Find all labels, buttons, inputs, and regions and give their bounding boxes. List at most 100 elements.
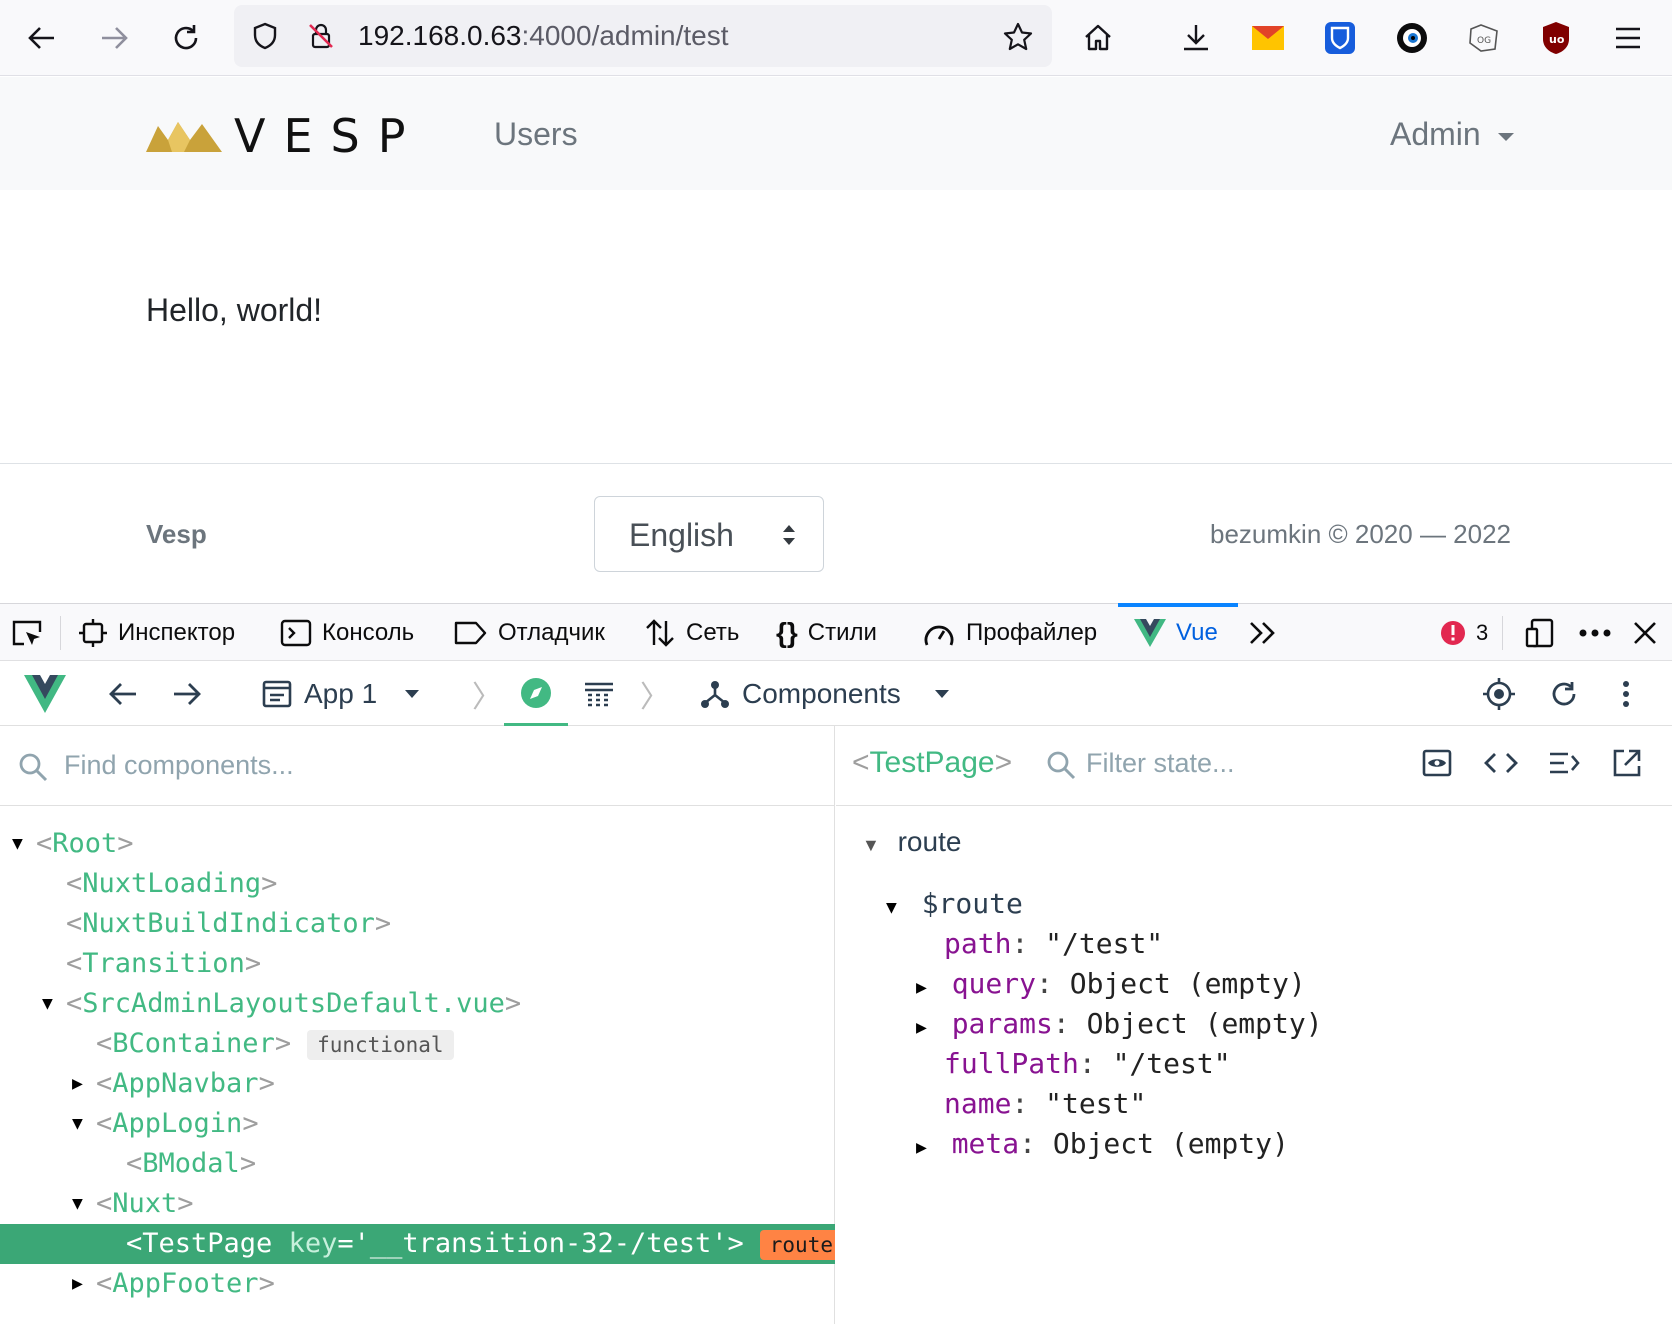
forward-arrow-icon[interactable] [172,662,202,726]
tree-node-label: <AppLogin> [96,1108,259,1139]
inspector-compass-tab[interactable] [504,662,568,726]
vue-logo-icon [1134,619,1166,647]
forward-icon[interactable] [94,18,134,58]
state-prop-params[interactable]: ▶ params: Object (empty) [916,1004,1323,1048]
tree-node-appfooter[interactable]: ▶ <AppFooter> [0,1264,835,1304]
tab-profiler-label: Профайлер [966,619,1098,646]
tab-network[interactable]: Сеть [644,604,739,662]
eye-extension-icon[interactable] [1392,18,1432,58]
compass-icon [521,677,551,708]
insecure-lock-icon[interactable] [304,19,338,53]
tab-debugger[interactable]: Отладчик [454,604,605,662]
state-prop-fullpath[interactable]: fullPath: "/test" [944,1044,1231,1084]
back-icon[interactable] [22,18,62,58]
select-component-target-icon[interactable] [1482,662,1516,726]
expanded-triangle-icon[interactable]: ▼ [12,824,23,864]
tree-node-nuxt[interactable]: ▼ <Nuxt> [0,1184,835,1224]
svg-text:uo: uo [1549,33,1565,46]
url-bar[interactable]: 192.168.0.63:4000/admin/test [234,5,1052,67]
state-prop-name[interactable]: name: "test" [944,1084,1146,1124]
refresh-icon[interactable] [1550,662,1578,726]
timeline-tab[interactable] [584,662,614,726]
tab-vue[interactable]: Vue [1134,604,1218,662]
tab-inspector[interactable]: Инспектор [78,604,235,662]
state-section-route[interactable]: ▼ route [862,822,961,865]
show-render-code-icon[interactable] [1548,748,1580,783]
state-prop-query[interactable]: ▶ query: Object (empty) [916,964,1306,1008]
back-arrow-icon[interactable] [108,662,138,726]
tree-node-label: <NuxtBuildIndicator> [66,908,392,939]
dock-responsive-icon[interactable] [1524,604,1556,662]
expanded-triangle-icon[interactable]: ▼ [72,1104,83,1144]
tree-node-transition[interactable]: <Transition> [0,944,835,984]
tree-node-root[interactable]: ▼ <Root> [0,824,835,864]
inspector-icon [79,619,107,647]
collapsed-triangle-icon[interactable]: ▶ [72,1264,83,1304]
tree-node-applogin[interactable]: ▼ <AppLogin> [0,1104,835,1144]
tree-node-appnavbar[interactable]: ▶ <AppNavbar> [0,1064,835,1104]
app-selector[interactable]: App 1 [262,662,421,726]
url-text: 192.168.0.63:4000/admin/test [358,20,729,52]
home-icon[interactable] [1078,18,1118,58]
expanded-triangle-icon[interactable]: ▼ [72,1184,83,1224]
functional-badge: functional [307,1029,454,1060]
downloads-icon[interactable] [1176,18,1216,58]
tree-node-testpage-selected[interactable]: <TestPage key='__transition-32-/test'> ro… [0,1224,835,1264]
tree-node-bmodal[interactable]: <BModal> [0,1144,835,1184]
error-count: 3 [1476,620,1489,645]
copyright-text: bezumkin © 2020 — 2022 [1210,519,1512,549]
find-components-field[interactable]: Find components... [0,726,835,806]
tree-node-layout[interactable]: ▼ <SrcAdminLayoutsDefault.vue> [0,984,835,1024]
expanded-triangle-icon: ▼ [886,897,897,918]
og-extension-icon[interactable]: OG [1464,18,1504,58]
chevron-down-icon [405,690,420,698]
scroll-to-component-icon[interactable] [1422,748,1452,783]
nav-dropdown-admin[interactable]: Admin [1390,116,1514,153]
reload-icon[interactable] [166,18,206,58]
mail-extension-icon[interactable] [1248,18,1288,58]
tab-styles[interactable]: {} Стили [776,604,877,662]
state-object-route[interactable]: ▼ $route [886,884,1023,928]
ublock-icon[interactable]: uo [1536,18,1576,58]
tree-node-label: <TestPage key='__transition-32-/test'> ro… [126,1224,835,1264]
router-view-badge: router-view [759,1229,835,1260]
search-icon [19,753,48,782]
tab-network-label: Сеть [686,619,740,646]
tree-node-nuxtloading[interactable]: <NuxtLoading> [0,864,835,904]
kebab-menu-icon[interactable] [1622,662,1630,726]
language-select-value: English [629,517,734,553]
collapsed-triangle-icon[interactable]: ▶ [72,1064,83,1104]
vesp-logo[interactable]: VESP [146,109,450,163]
filter-state-field[interactable]: Filter state... [1040,726,1400,806]
hamburger-menu-icon[interactable] [1608,18,1648,58]
collapsed-triangle-icon: ▶ [916,977,927,998]
open-in-editor-icon[interactable] [1612,748,1642,783]
components-selector[interactable]: Components [700,662,951,726]
bitwarden-icon[interactable] [1320,18,1360,58]
styles-braces-icon: {} [776,617,798,648]
tree-node-bcontainer[interactable]: <BContainer> functional [0,1024,835,1064]
state-section-label: route [897,826,962,857]
nav-link-users[interactable]: Users [494,116,578,153]
bookmark-star-icon[interactable] [1000,19,1036,55]
tree-node-label: <AppNavbar> [96,1068,275,1099]
vue-devtools-toolbar: App 1 〉 〉 Components [0,662,1672,726]
more-tabs-chevron-icon[interactable] [1248,604,1278,662]
inspect-dom-code-icon[interactable] [1484,748,1518,783]
close-icon[interactable] [1632,604,1658,662]
state-prop-path[interactable]: path: "/test" [944,924,1163,964]
language-select[interactable]: English [594,496,824,572]
shield-icon[interactable] [248,19,282,53]
element-picker-icon[interactable] [10,604,44,662]
tab-debugger-label: Отладчик [498,619,605,646]
expanded-triangle-icon[interactable]: ▼ [42,984,53,1024]
state-inspector: ▼ route ▼ $route path: "/test" ▶ query: … [836,806,1672,1324]
tab-console-label: Консоль [322,619,415,646]
error-count-badge[interactable]: 3 [1440,604,1488,662]
tree-node-nuxtbuildindicator[interactable]: <NuxtBuildIndicator> [0,904,835,944]
tab-profiler[interactable]: Профайлер [922,604,1097,662]
tab-console[interactable]: Консоль [280,604,414,662]
state-prop-meta[interactable]: ▶ meta: Object (empty) [916,1124,1289,1168]
devtools-tab-bar: Инспектор Консоль Отладчик Сеть {} Стили… [0,603,1672,661]
more-options-icon[interactable] [1578,604,1612,662]
